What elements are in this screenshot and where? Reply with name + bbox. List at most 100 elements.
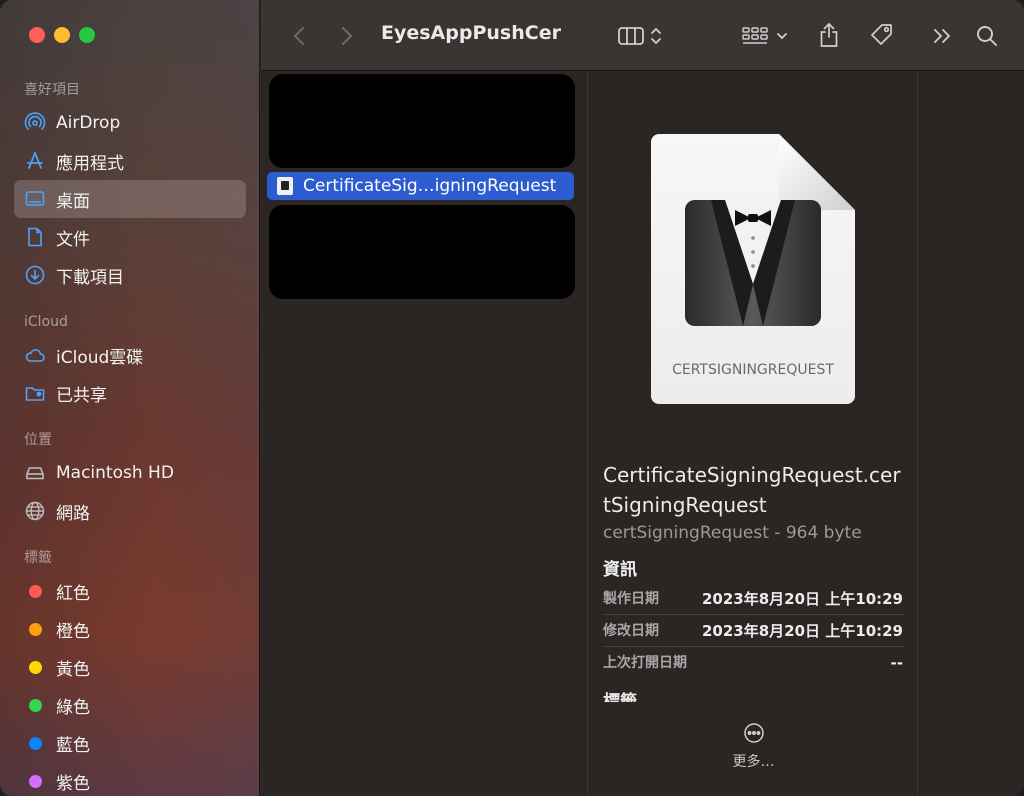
sidebar-item-label: 藍色 bbox=[56, 735, 90, 756]
info-row-last-opened: 上次打開日期 -- bbox=[603, 647, 903, 679]
sidebar-item-documents[interactable]: 文件 bbox=[14, 218, 246, 256]
more-toolbar-button[interactable] bbox=[929, 24, 957, 48]
info-table: 製作日期 2023年8月20日 上午10:29 修改日期 2023年8月20日 … bbox=[603, 583, 903, 679]
sidebar-item-label: 紅色 bbox=[56, 583, 90, 604]
sidebar-item-applications[interactable]: 應用程式 bbox=[14, 142, 246, 180]
columns-view-icon bbox=[618, 27, 644, 45]
file-column: CertificateSig…igningRequest bbox=[261, 72, 588, 796]
preview-file-name: CertificateSigningRequest.certSigningReq… bbox=[603, 463, 901, 517]
sidebar-item-label: AirDrop bbox=[56, 113, 121, 133]
disk-icon bbox=[24, 462, 46, 484]
certificate-document-icon: CERTSIGNINGREQUEST bbox=[651, 134, 855, 404]
sidebar-item-icloud-drive[interactable]: iCloud雲碟 bbox=[14, 336, 246, 374]
shared-folder-icon bbox=[24, 382, 46, 404]
chevron-left-icon bbox=[293, 27, 304, 45]
tag-dot-icon bbox=[24, 694, 46, 716]
file-row-selected[interactable]: CertificateSig…igningRequest bbox=[267, 172, 574, 200]
info-value: 2023年8月20日 上午10:29 bbox=[701, 622, 903, 640]
view-mode-button[interactable] bbox=[613, 22, 667, 50]
sidebar-tag-purple[interactable]: 紫色 bbox=[14, 762, 246, 796]
sidebar-item-downloads[interactable]: 下載項目 bbox=[14, 256, 246, 294]
info-value: -- bbox=[890, 654, 903, 672]
sidebar-item-label: 文件 bbox=[56, 229, 90, 250]
sidebar-item-macintosh-hd[interactable]: Macintosh HD bbox=[14, 454, 246, 492]
info-key: 上次打開日期 bbox=[603, 655, 687, 671]
file-type-label: CERTSIGNINGREQUEST bbox=[672, 362, 834, 378]
sidebar-tag-orange[interactable]: 橙色 bbox=[14, 610, 246, 648]
empty-column bbox=[919, 72, 1024, 796]
double-chevron-right-icon bbox=[934, 29, 951, 43]
chevron-down-icon bbox=[777, 33, 787, 40]
sidebar-item-label: 綠色 bbox=[56, 697, 90, 718]
tag-dot-icon bbox=[24, 580, 46, 602]
info-key: 修改日期 bbox=[603, 623, 659, 639]
group-button[interactable] bbox=[739, 22, 791, 50]
globe-icon bbox=[24, 500, 46, 522]
tags-section-header: 標籤 bbox=[603, 692, 637, 702]
more-button[interactable]: 更多… bbox=[589, 722, 918, 771]
tag-dot-icon bbox=[24, 656, 46, 678]
search-icon bbox=[977, 26, 997, 46]
more-label: 更多… bbox=[732, 754, 775, 770]
close-button[interactable] bbox=[29, 27, 45, 43]
grid-group-icon bbox=[742, 27, 768, 44]
sidebar-item-label: iCloud雲碟 bbox=[56, 347, 144, 368]
favorites-header: 喜好項目 bbox=[24, 82, 80, 98]
sidebar-item-desktop[interactable]: 桌面 bbox=[14, 180, 246, 218]
redacted-block bbox=[269, 205, 575, 299]
sidebar-item-shared[interactable]: 已共享 bbox=[14, 374, 246, 412]
sidebar-item-label: 桌面 bbox=[56, 191, 90, 212]
forward-button[interactable] bbox=[337, 24, 357, 48]
info-row-created: 製作日期 2023年8月20日 上午10:29 bbox=[603, 583, 903, 615]
preview-pane: CERTSIGNINGREQUEST CertificateSigningReq… bbox=[589, 72, 918, 796]
zoom-button[interactable] bbox=[79, 27, 95, 43]
redacted-block bbox=[269, 74, 575, 168]
back-button[interactable] bbox=[289, 24, 309, 48]
sidebar-item-label: 網路 bbox=[56, 503, 90, 524]
sidebar-item-network[interactable]: 網路 bbox=[14, 492, 246, 530]
applications-icon bbox=[24, 150, 46, 172]
search-button[interactable] bbox=[973, 22, 1001, 50]
share-button[interactable] bbox=[815, 20, 843, 50]
airdrop-icon bbox=[24, 112, 46, 134]
info-value: 2023年8月20日 上午10:29 bbox=[701, 590, 903, 608]
sidebar-tag-red[interactable]: 紅色 bbox=[14, 572, 246, 610]
sidebar: 喜好項目 AirDrop 應用程式 桌面 文件 下載項目 iCloud iClo… bbox=[0, 0, 260, 796]
sidebar-item-label: 已共享 bbox=[56, 385, 107, 406]
tag-dot-icon bbox=[24, 732, 46, 754]
sidebar-item-label: 黃色 bbox=[56, 659, 90, 680]
info-row-modified: 修改日期 2023年8月20日 上午10:29 bbox=[603, 615, 903, 647]
up-down-chevron-icon bbox=[651, 27, 661, 45]
ellipsis-circle-icon bbox=[743, 722, 765, 744]
sidebar-tag-yellow[interactable]: 黃色 bbox=[14, 648, 246, 686]
document-icon bbox=[24, 226, 46, 248]
sidebar-item-label: 應用程式 bbox=[56, 153, 124, 174]
share-icon bbox=[820, 22, 838, 47]
sidebar-item-label: Macintosh HD bbox=[56, 463, 174, 483]
window-title: EyesAppPushCer bbox=[381, 22, 561, 44]
sidebar-tag-green[interactable]: 綠色 bbox=[14, 686, 246, 724]
info-header: 資訊 bbox=[603, 560, 637, 580]
sidebar-item-airdrop[interactable]: AirDrop bbox=[14, 104, 246, 142]
sidebar-item-label: 下載項目 bbox=[56, 267, 124, 288]
finder-window: 喜好項目 AirDrop 應用程式 桌面 文件 下載項目 iCloud iClo… bbox=[0, 0, 1024, 796]
chevron-right-icon bbox=[342, 27, 353, 45]
minimize-button[interactable] bbox=[54, 27, 70, 43]
toolbar: EyesAppPushCer bbox=[261, 0, 1024, 71]
certificate-file-icon bbox=[277, 177, 293, 195]
tag-button[interactable] bbox=[867, 20, 897, 50]
locations-header: 位置 bbox=[24, 432, 52, 448]
file-row-label: CertificateSig…igningRequest bbox=[303, 176, 557, 196]
window-controls bbox=[29, 27, 95, 43]
tag-icon bbox=[871, 24, 892, 45]
tags-header: 標籤 bbox=[24, 550, 52, 566]
icloud-header: iCloud bbox=[24, 314, 68, 330]
sidebar-tag-blue[interactable]: 藍色 bbox=[14, 724, 246, 762]
download-icon bbox=[24, 264, 46, 286]
info-key: 製作日期 bbox=[603, 591, 659, 607]
cloud-icon bbox=[24, 344, 46, 366]
tag-dot-icon bbox=[24, 770, 46, 792]
sidebar-item-label: 紫色 bbox=[56, 773, 90, 794]
tag-dot-icon bbox=[24, 618, 46, 640]
sidebar-item-label: 橙色 bbox=[56, 621, 90, 642]
